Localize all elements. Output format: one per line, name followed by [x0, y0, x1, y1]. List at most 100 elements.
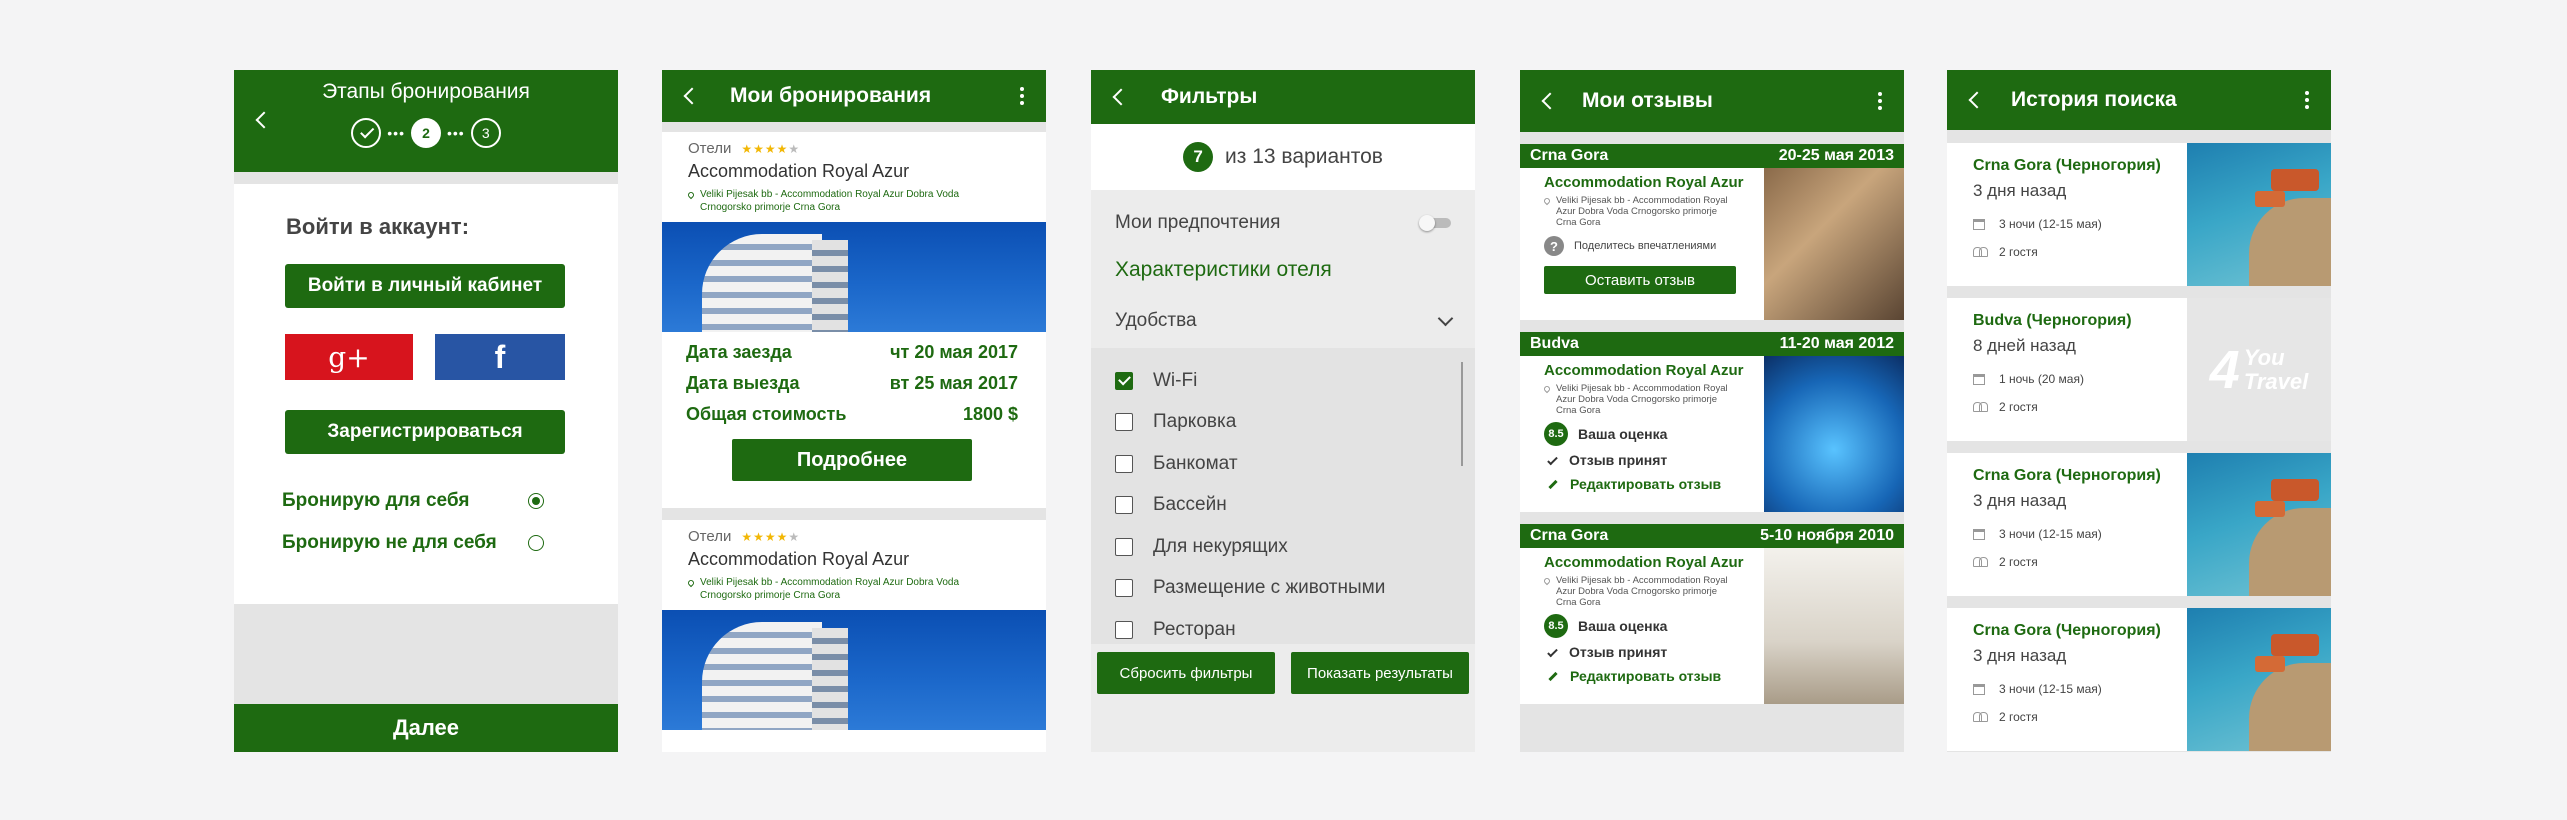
edit-review-link[interactable]: Редактировать отзыв: [1544, 476, 1754, 492]
edit-text: Редактировать отзыв: [1570, 668, 1722, 684]
amenities-dropdown[interactable]: Удобства: [1091, 294, 1475, 348]
radio-selected[interactable]: [528, 493, 544, 509]
booking-card: Отели ★★★★★ Accommodation Royal Azur Vel…: [662, 132, 1046, 508]
amenity-row[interactable]: Банкомат: [1091, 443, 1475, 485]
edit-text: Редактировать отзыв: [1570, 476, 1722, 492]
amenity-label: Банкомат: [1153, 452, 1238, 474]
count-text: из 13 вариантов: [1225, 145, 1383, 168]
checkbox[interactable]: [1115, 579, 1133, 598]
google-plus-button[interactable]: g+: [285, 334, 413, 380]
hotel-name: Accommodation Royal Azur: [1544, 362, 1744, 379]
checkbox[interactable]: [1115, 496, 1133, 515]
register-button[interactable]: Зарегистрироваться: [285, 410, 565, 454]
amenity-label: Ресторан: [1153, 618, 1236, 640]
accepted-row: Отзыв принят: [1544, 644, 1754, 660]
more-icon[interactable]: [2297, 88, 2317, 112]
amenity-label: Размещение с животными: [1153, 577, 1386, 599]
back-icon[interactable]: [680, 84, 704, 108]
brand-logo-icon: 4: [2209, 339, 2240, 400]
booking-option[interactable]: Бронирую для себя: [282, 490, 544, 512]
guests-text: 2 гостя: [1999, 400, 2038, 414]
next-button[interactable]: Далее: [234, 704, 618, 752]
search-age: 3 дня назад: [1973, 491, 2067, 510]
booking-option[interactable]: Бронирую не для себя: [282, 532, 544, 554]
history-item[interactable]: Crna Gora (Черногория) 3 дня назад 3 ноч…: [1947, 453, 2331, 596]
reset-filters-button[interactable]: Сбросить фильтры: [1097, 652, 1275, 694]
back-icon[interactable]: [1538, 89, 1562, 113]
more-icon[interactable]: [1870, 89, 1890, 113]
step-indicator: ••• 2 ••• 3: [234, 118, 618, 148]
booking-steps-screen: Этапы бронирования ••• 2 ••• 3 Войти в а…: [234, 70, 618, 752]
review-header: Crna Gora 20-25 мая 2013: [1520, 144, 1904, 168]
hotel-name: Accommodation Royal Azur: [688, 549, 910, 569]
page-title: Мои бронирования: [730, 84, 932, 107]
history-item[interactable]: Budva (Черногория) 8 дней назад 1 ночь (…: [1947, 298, 2331, 441]
nights-text: 3 ночи (12-15 мая): [1999, 217, 2102, 231]
step-number: 2: [422, 125, 430, 141]
history-item[interactable]: Crna Gora (Черногория) 3 дня назад 3 ноч…: [1947, 608, 2331, 751]
pencil-icon: [1548, 671, 1558, 681]
review-header: Budva 11-20 мая 2012: [1520, 332, 1904, 356]
back-icon[interactable]: [252, 108, 276, 132]
step-current: 2: [411, 118, 441, 148]
login-button[interactable]: Войти в личный кабинет: [285, 264, 565, 308]
step-done-icon: [351, 118, 382, 148]
search-age: 3 дня назад: [1973, 181, 2067, 200]
checkbox[interactable]: [1115, 413, 1133, 432]
amenity-row[interactable]: Парковка: [1091, 402, 1475, 444]
radio-unselected[interactable]: [528, 535, 544, 551]
search-history-screen: История поиска Crna Gora (Черногория) 3 …: [1947, 70, 2331, 752]
guests-icon: [1973, 402, 1988, 412]
review-header: Crna Gora 5-10 ноября 2010: [1520, 524, 1904, 548]
destination-photo: [2187, 453, 2331, 596]
destination-name: Budva (Черногория): [1973, 312, 2132, 329]
review-country: Crna Gora: [1530, 147, 1609, 164]
checkbox[interactable]: [1115, 454, 1133, 473]
category-label: Отели: [688, 140, 732, 157]
social-row: g+ f: [285, 334, 566, 380]
location-pin-icon: [1542, 196, 1552, 206]
topbar: История поиска: [1947, 70, 2331, 130]
checkbox-checked[interactable]: [1115, 371, 1133, 390]
back-icon[interactable]: [1965, 88, 1989, 112]
show-results-button[interactable]: Показать результаты: [1291, 652, 1469, 694]
topbar: Мои отзывы: [1520, 70, 1904, 132]
leave-review-button[interactable]: Оставить отзыв: [1544, 266, 1736, 294]
search-age: 8 дней назад: [1973, 336, 2076, 355]
amenity-row[interactable]: Для некурящих: [1091, 526, 1475, 568]
facebook-icon: f: [494, 338, 506, 375]
amenity-row[interactable]: Wi-Fi: [1091, 360, 1475, 402]
detail-label: Дата выезда: [686, 373, 800, 393]
hotel-address: Veliki Pijesak bb - Accommodation Royal …: [1556, 575, 1728, 608]
calendar-icon: [1973, 528, 1985, 540]
checkbox[interactable]: [1115, 537, 1133, 556]
nights-text: 1 ночь (20 мая): [1999, 372, 2084, 386]
history-item[interactable]: Crna Gora (Черногория) 3 дня назад 3 ноч…: [1947, 143, 2331, 286]
amenity-label: Бассейн: [1153, 494, 1227, 516]
calendar-icon: [1973, 218, 1985, 230]
google-plus-icon: g+: [328, 340, 370, 374]
amenity-row[interactable]: Размещение с животными: [1091, 568, 1475, 610]
placeholder-photo: 4 You Travel: [2187, 298, 2331, 441]
accepted-text: Отзыв принят: [1569, 452, 1668, 468]
back-icon[interactable]: [1109, 85, 1133, 109]
filters-screen: Фильтры 7 из 13 вариантов Мои предпочтен…: [1091, 70, 1475, 752]
amenity-label: Парковка: [1153, 411, 1237, 433]
chevron-down-icon: [1437, 310, 1454, 326]
amenity-row[interactable]: Ресторан: [1091, 609, 1475, 651]
calendar-icon: [1973, 373, 1985, 385]
score-badge: 8.5: [1544, 614, 1568, 638]
prefs-row[interactable]: Мои предпочтения: [1091, 198, 1475, 248]
details-button[interactable]: Подробнее: [732, 439, 972, 481]
more-icon[interactable]: [1012, 84, 1032, 108]
scrollbar[interactable]: [1461, 362, 1463, 466]
question-icon: ?: [1544, 236, 1564, 256]
prefs-toggle[interactable]: [1419, 215, 1451, 231]
accepted-row: Отзыв принят: [1544, 452, 1754, 468]
checkbox[interactable]: [1115, 620, 1133, 639]
amenity-row[interactable]: Бассейн: [1091, 485, 1475, 527]
edit-review-link[interactable]: Редактировать отзыв: [1544, 668, 1754, 684]
review-dates: 5-10 ноября 2010: [1760, 527, 1894, 544]
nights-text: 3 ночи (12-15 мая): [1999, 527, 2102, 541]
facebook-button[interactable]: f: [435, 334, 565, 380]
